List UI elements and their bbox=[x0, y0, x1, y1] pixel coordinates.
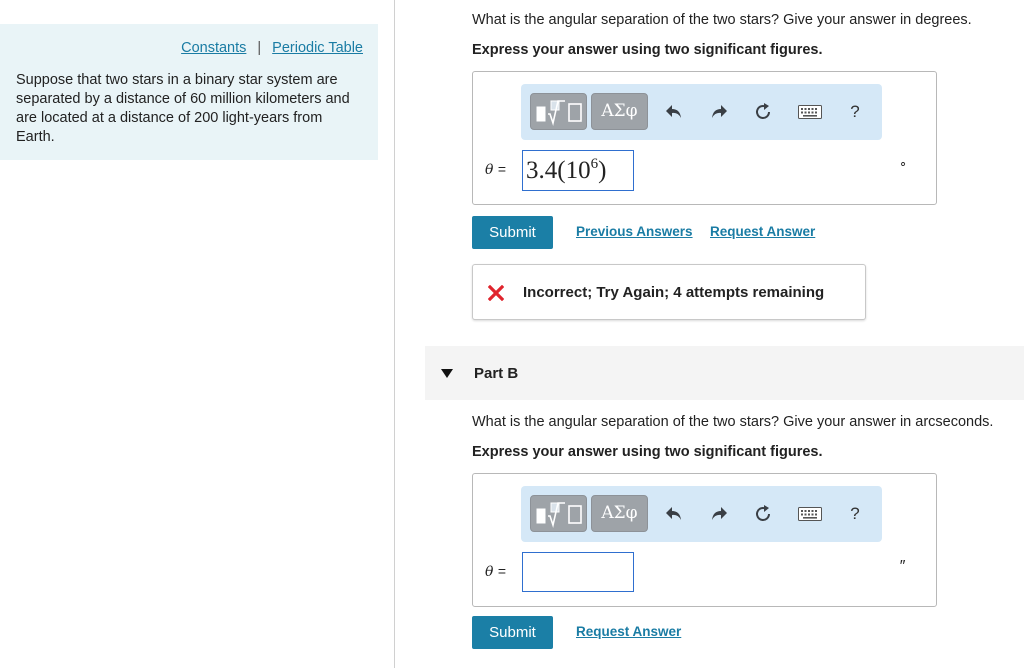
symbols-button[interactable]: ΑΣφ bbox=[591, 495, 648, 532]
part-a-math-toolbar: ΑΣφ ? bbox=[521, 84, 882, 140]
part-a-submit-button[interactable]: Submit bbox=[472, 216, 553, 249]
part-a-request-answer-link[interactable]: Request Answer bbox=[710, 224, 815, 239]
variable-symbol: θ bbox=[485, 162, 494, 178]
resource-links: Constants | Periodic Table bbox=[181, 40, 363, 56]
part-a-question: What is the angular separation of the tw… bbox=[472, 12, 972, 28]
periodic-table-link[interactable]: Periodic Table bbox=[272, 40, 363, 56]
equals-sign: = bbox=[497, 161, 507, 177]
part-b-instruction: Express your answer using two significan… bbox=[472, 444, 823, 460]
part-b-math-toolbar: ΑΣφ ? bbox=[521, 486, 882, 542]
part-b-submit-button[interactable]: Submit bbox=[472, 616, 553, 649]
keyboard-button[interactable] bbox=[796, 98, 824, 126]
part-b-title: Part B bbox=[474, 365, 519, 382]
incorrect-x-icon bbox=[488, 285, 504, 301]
redo-icon bbox=[712, 105, 727, 118]
reset-button[interactable] bbox=[749, 500, 777, 528]
undo-button[interactable] bbox=[660, 98, 688, 126]
templates-icon bbox=[536, 100, 582, 126]
redo-icon bbox=[712, 507, 727, 520]
variable-symbol: θ bbox=[485, 564, 494, 580]
feedback-message: Incorrect; Try Again; 4 attempts remaini… bbox=[523, 284, 825, 301]
answer-exponent: 6 bbox=[590, 156, 599, 172]
arcsecond-unit: ″ bbox=[899, 558, 905, 575]
keyboard-button[interactable] bbox=[796, 500, 824, 528]
help-label: ? bbox=[850, 504, 860, 523]
degree-unit: ∘ bbox=[899, 156, 908, 171]
collapse-caret-icon bbox=[441, 369, 453, 378]
constants-link[interactable]: Constants bbox=[181, 40, 246, 56]
templates-button[interactable] bbox=[530, 93, 587, 130]
previous-answers-link[interactable]: Previous Answers bbox=[576, 224, 693, 239]
symbols-label: ΑΣφ bbox=[601, 101, 638, 121]
help-button[interactable]: ? bbox=[841, 98, 869, 126]
link-separator: | bbox=[257, 40, 262, 56]
part-a-answer-box: ΑΣφ ? θ = 3.4(106) ∘ bbox=[472, 71, 937, 205]
templates-button[interactable] bbox=[530, 495, 587, 532]
redo-button[interactable] bbox=[705, 500, 733, 528]
equals-sign: = bbox=[497, 563, 507, 579]
problem-statement: Suppose that two stars in a binary star … bbox=[16, 72, 350, 145]
part-a-answer-input[interactable]: 3.4(106) bbox=[522, 150, 634, 191]
redo-button[interactable] bbox=[705, 98, 733, 126]
symbols-label: ΑΣφ bbox=[601, 503, 638, 523]
part-a-variable-label: θ = bbox=[485, 161, 506, 178]
undo-icon bbox=[666, 105, 681, 118]
reset-icon bbox=[756, 103, 770, 119]
part-b-answer-box: ΑΣφ ? θ = ″ bbox=[472, 473, 937, 607]
keyboard-icon bbox=[798, 105, 822, 119]
help-button[interactable]: ? bbox=[841, 500, 869, 528]
part-a-instruction: Express your answer using two significan… bbox=[472, 42, 823, 58]
answer-close: ) bbox=[598, 157, 607, 184]
feedback-box: Incorrect; Try Again; 4 attempts remaini… bbox=[472, 264, 866, 320]
part-b-request-answer-link[interactable]: Request Answer bbox=[576, 624, 681, 639]
panel-divider bbox=[394, 0, 395, 668]
help-label: ? bbox=[850, 102, 860, 121]
part-b-header[interactable]: Part B bbox=[425, 346, 1024, 400]
keyboard-icon bbox=[798, 507, 822, 521]
reset-button[interactable] bbox=[749, 98, 777, 126]
problem-panel: Constants | Periodic Table Suppose that tw… bbox=[0, 24, 378, 160]
undo-button[interactable] bbox=[660, 500, 688, 528]
undo-icon bbox=[666, 507, 681, 520]
answer-mantissa: 3.4(10 bbox=[526, 157, 591, 184]
templates-icon bbox=[536, 502, 582, 528]
part-b-question: What is the angular separation of the tw… bbox=[472, 414, 994, 430]
part-b-variable-label: θ = bbox=[485, 563, 506, 580]
symbols-button[interactable]: ΑΣφ bbox=[591, 93, 648, 130]
part-b-answer-input[interactable] bbox=[522, 552, 634, 592]
reset-icon bbox=[756, 505, 770, 521]
